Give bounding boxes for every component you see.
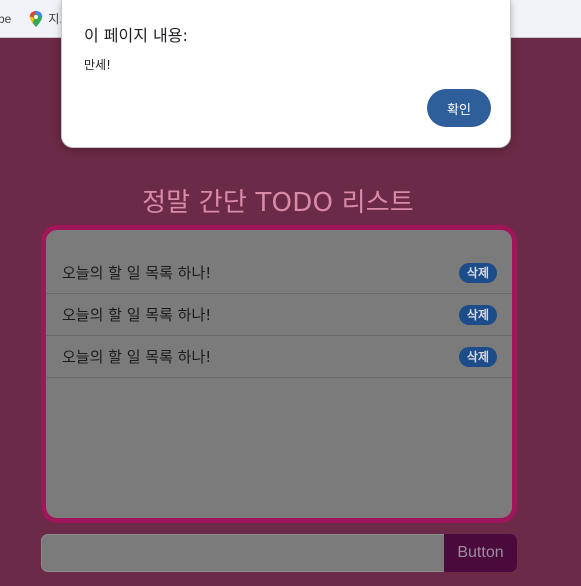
alert-ok-button[interactable]: 확인: [427, 89, 491, 127]
bookmark-label: be: [0, 11, 12, 26]
page: be 지... 정말 간단 TODO 리스트 오늘의 할 일 목록 하나! 삭제…: [0, 0, 581, 586]
todo-item: 오늘의 할 일 목록 하나! 삭제: [46, 294, 512, 336]
alert-title: 이 페이지 내용:: [84, 26, 188, 45]
delete-button[interactable]: 삭제: [458, 262, 497, 283]
todo-item-text: 오늘의 할 일 목록 하나!: [62, 306, 212, 324]
todo-item-text: 오늘의 할 일 목록 하나!: [62, 264, 212, 282]
page-title: 정말 간단 TODO 리스트: [142, 188, 414, 218]
todo-item: 오늘의 할 일 목록 하나! 삭제: [46, 252, 512, 294]
alert-message: 만세!: [84, 58, 111, 72]
todo-list-panel: 오늘의 할 일 목록 하나! 삭제 오늘의 할 일 목록 하나! 삭제 오늘의 …: [41, 225, 517, 523]
alert-dialog: 이 페이지 내용: 만세! 확인: [61, 0, 511, 148]
add-todo-form: Button: [41, 534, 517, 572]
todo-item-text: 오늘의 할 일 목록 하나!: [62, 348, 212, 366]
todo-input[interactable]: [41, 534, 444, 572]
delete-button[interactable]: 삭제: [458, 346, 497, 367]
bookmark-item[interactable]: be: [0, 12, 11, 26]
google-maps-icon: [30, 10, 43, 27]
todo-list: 오늘의 할 일 목록 하나! 삭제 오늘의 할 일 목록 하나! 삭제 오늘의 …: [46, 230, 512, 378]
delete-button[interactable]: 삭제: [458, 304, 497, 325]
todo-item: 오늘의 할 일 목록 하나! 삭제: [46, 336, 512, 378]
add-todo-button[interactable]: Button: [444, 534, 517, 572]
